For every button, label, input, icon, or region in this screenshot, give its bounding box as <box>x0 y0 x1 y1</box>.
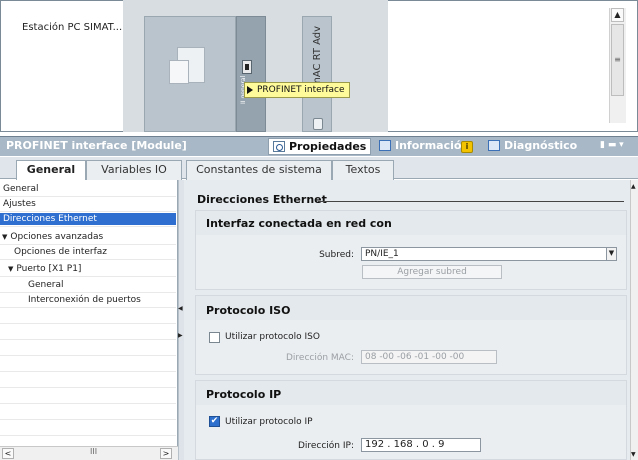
nav-label: Opciones avanzadas <box>10 232 104 242</box>
nav-divider <box>0 387 176 388</box>
use-ip-checkbox[interactable]: ✔ <box>209 416 220 427</box>
nav-divider <box>0 259 176 260</box>
section-divider <box>318 201 624 202</box>
expand-right-icon[interactable]: ▶ <box>178 332 183 339</box>
scroll-right-icon[interactable]: > <box>160 448 172 459</box>
scroll-left-icon[interactable]: < <box>2 448 14 459</box>
nav-hscrollbar[interactable] <box>0 446 178 460</box>
nav-divider <box>0 371 176 372</box>
tab-label: Información <box>395 139 470 152</box>
nav-divider <box>0 211 176 212</box>
nav-label: Opciones de interfaz <box>14 247 108 257</box>
nav-label: General <box>28 280 64 290</box>
iso-panel-title: Protocolo ISO <box>206 304 291 317</box>
nav-item-port-general[interactable]: General <box>0 279 176 291</box>
nav-item-settings[interactable]: Ajustes <box>0 198 176 210</box>
collapse-left-icon[interactable]: ◀ <box>178 305 183 312</box>
nav-divider <box>0 323 176 324</box>
ip-address-field[interactable]: 192 . 168 . 0 . 9 <box>361 438 481 452</box>
tab-properties[interactable]: Propiedades <box>268 138 371 155</box>
subtab-system-constants[interactable]: Constantes de sistema <box>186 160 332 180</box>
scroll-down-icon[interactable]: ▼ <box>631 451 636 458</box>
add-subnet-button[interactable]: Agregar subred <box>362 265 502 279</box>
station-label[interactable]: Estación PC SIMAT... <box>22 22 122 33</box>
nav-label: Ajustes <box>3 199 36 209</box>
info-badge-icon: i <box>461 141 473 153</box>
use-iso-checkbox[interactable] <box>209 332 220 343</box>
tooltip-arrow-icon <box>247 86 253 94</box>
inspector-title: PROFINET interface [Module] <box>6 139 187 152</box>
scroll-grip[interactable]: III <box>90 447 97 456</box>
nav-divider <box>0 419 176 420</box>
properties-icon <box>273 141 285 152</box>
mac-label: Dirección MAC: <box>285 353 354 363</box>
subnet-dropdown[interactable]: PN/IE_1 <box>361 247 617 261</box>
nav-divider <box>0 339 176 340</box>
tab-diagnostics[interactable]: Diagnóstico <box>484 138 580 155</box>
scroll-up-icon[interactable]: ▲ <box>611 8 624 22</box>
subnet-label: Subred: <box>319 250 354 260</box>
pc-module-slot <box>169 60 189 84</box>
nav-label: General <box>3 184 39 194</box>
nav-divider <box>0 196 176 197</box>
tab-label: Propiedades <box>289 140 367 153</box>
use-ip-label: Utilizar protocolo IP <box>225 417 313 427</box>
tab-label: Diagnóstico <box>504 139 578 152</box>
nav-label: Direcciones Ethernet <box>3 214 97 224</box>
scroll-grip-icon: ≡ <box>614 55 621 64</box>
dropdown-arrow-icon[interactable]: ▼ <box>606 248 616 260</box>
nav-divider <box>0 292 176 293</box>
interface-slot[interactable] <box>236 16 266 132</box>
nav-divider <box>0 355 176 356</box>
nav-divider <box>0 226 176 227</box>
nav-divider <box>0 244 176 245</box>
content-scrollbar[interactable] <box>630 180 638 460</box>
expand-arrow-icon[interactable]: ▼ <box>2 233 7 241</box>
nav-item-general[interactable]: General <box>0 183 176 195</box>
profinet-tooltip: PROFINET interface <box>244 82 350 98</box>
nav-item-port-interconnection[interactable]: Interconexión de puertos <box>0 294 176 306</box>
nav-divider <box>0 435 176 436</box>
nav-item-ethernet-addresses[interactable]: Direcciones Ethernet <box>0 213 176 225</box>
nav-item-port-x1p1[interactable]: ▼ Puerto [X1 P1] <box>0 263 176 275</box>
interface-panel-title: Interfaz conectada en red con <box>206 217 392 230</box>
nav-divider <box>0 403 176 404</box>
scroll-up-icon[interactable]: ▲ <box>631 183 636 190</box>
nav-item-interface-options[interactable]: Opciones de interfaz <box>0 246 176 258</box>
diagnostics-icon <box>488 140 500 151</box>
port-socket <box>245 64 249 70</box>
subtab-io-variables[interactable]: Variables IO <box>86 160 182 180</box>
ip-address-label: Dirección IP: <box>297 441 354 451</box>
ip-panel-title: Protocolo IP <box>206 388 282 401</box>
expand-arrow-icon[interactable]: ▼ <box>8 265 13 273</box>
nav-item-advanced-options[interactable]: ▼ Opciones avanzadas <box>0 231 176 243</box>
subtab-general[interactable]: General <box>16 160 86 180</box>
use-iso-label: Utilizar protocolo ISO <box>225 332 320 342</box>
mac-field[interactable]: 08 -00 -06 -01 -00 -00 <box>361 350 497 364</box>
nav-divider <box>0 307 176 308</box>
nav-label: Interconexión de puertos <box>28 295 141 305</box>
information-icon <box>379 140 391 151</box>
nav-label: Puerto [X1 P1] <box>16 264 82 274</box>
subtab-texts[interactable]: Textos <box>332 160 394 180</box>
section-title: Direcciones Ethernet <box>197 193 327 206</box>
cpu-port-icon[interactable] <box>313 118 323 130</box>
nav-divider <box>0 276 176 277</box>
window-controls-icon[interactable]: ▮ ▬ ▾ <box>600 140 624 150</box>
